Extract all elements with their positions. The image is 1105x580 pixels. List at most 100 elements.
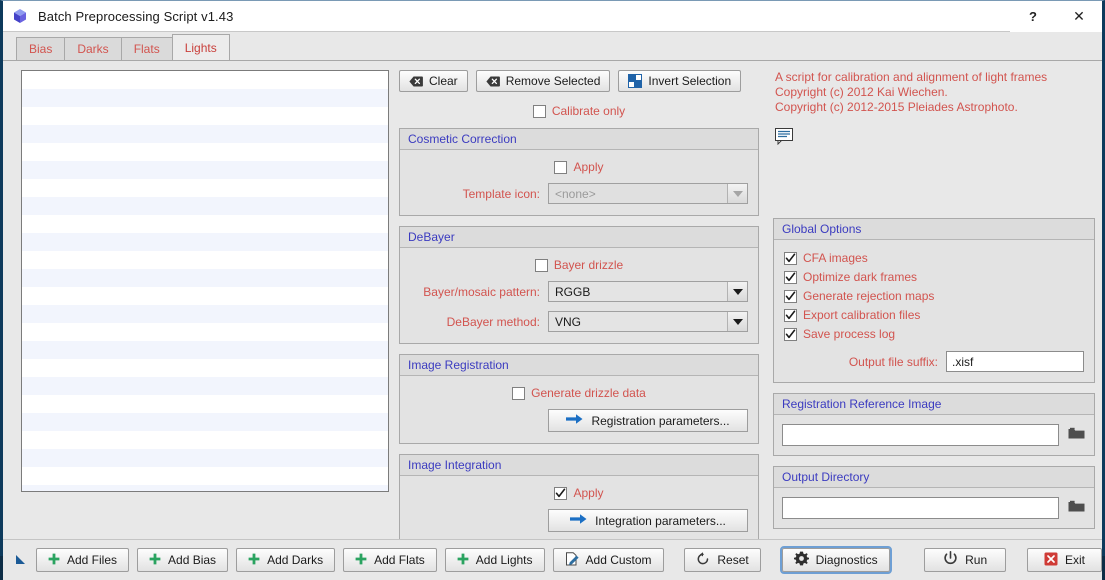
invert-selection-button[interactable]: Invert Selection: [618, 70, 741, 92]
template-icon-select[interactable]: <none>: [548, 183, 748, 204]
tab-lights[interactable]: Lights: [172, 34, 230, 60]
list-item[interactable]: [22, 287, 388, 305]
list-item[interactable]: [22, 161, 388, 179]
bayer-drizzle-label: Bayer drizzle: [554, 258, 623, 272]
integration-parameters-label: Integration parameters...: [595, 514, 726, 528]
list-item[interactable]: [22, 305, 388, 323]
generate-rejection-maps-label: Generate rejection maps: [803, 289, 934, 303]
export-calibration-files-checkbox[interactable]: [784, 309, 797, 322]
add-files-button[interactable]: Add Files: [36, 548, 129, 572]
integration-apply-row[interactable]: Apply: [554, 486, 603, 500]
image-registration-group: Image Registration Generate drizzle data: [399, 354, 759, 444]
global-options-group: Global Options CFA images Optimize dark …: [773, 218, 1095, 383]
bayer-drizzle-row[interactable]: Bayer drizzle: [535, 258, 623, 272]
list-item[interactable]: [22, 89, 388, 107]
generate-rejection-maps-checkbox[interactable]: [784, 290, 797, 303]
list-item[interactable]: [22, 197, 388, 215]
generate-rejection-maps-row[interactable]: Generate rejection maps: [784, 289, 956, 303]
chevron-down-icon[interactable]: [727, 184, 747, 203]
tab-darks[interactable]: Darks: [64, 37, 121, 60]
list-item[interactable]: [22, 467, 388, 485]
output-suffix-input[interactable]: .xisf: [946, 351, 1084, 372]
output-directory-input[interactable]: [782, 497, 1059, 519]
list-item[interactable]: [22, 251, 388, 269]
chevron-down-icon[interactable]: [727, 312, 747, 331]
diagnostics-button[interactable]: Diagnostics: [782, 548, 890, 572]
optimize-dark-frames-checkbox[interactable]: [784, 271, 797, 284]
list-item[interactable]: [22, 431, 388, 449]
add-custom-button[interactable]: Add Custom: [553, 548, 664, 572]
plus-icon: [149, 553, 161, 568]
cosmetic-correction-group: Cosmetic Correction Apply Template icon:…: [399, 128, 759, 216]
cosmetic-apply-row[interactable]: Apply: [554, 160, 603, 174]
selection-button-row: Clear Remove Selected: [399, 70, 759, 92]
window-controls: ? ✕: [1010, 1, 1102, 32]
optimize-dark-frames-row[interactable]: Optimize dark frames: [784, 270, 956, 284]
plus-icon: [355, 553, 367, 568]
list-item[interactable]: [22, 269, 388, 287]
tab-bias[interactable]: Bias: [16, 37, 65, 60]
output-directory-browse-button[interactable]: [1066, 498, 1086, 518]
add-darks-button[interactable]: Add Darks: [236, 548, 335, 572]
add-flats-button[interactable]: Add Flats: [343, 548, 437, 572]
cfa-images-checkbox[interactable]: [784, 252, 797, 265]
list-item[interactable]: [22, 71, 388, 89]
bayer-drizzle-checkbox[interactable]: [535, 259, 548, 272]
invert-selection-button-label: Invert Selection: [648, 74, 731, 88]
debayer-group: DeBayer Bayer drizzle Bayer/mosaic patte…: [399, 226, 759, 344]
list-item[interactable]: [22, 341, 388, 359]
add-lights-button[interactable]: Add Lights: [445, 548, 545, 572]
list-item[interactable]: [22, 125, 388, 143]
integration-parameters-button[interactable]: Integration parameters...: [548, 509, 748, 532]
tab-flats[interactable]: Flats: [121, 37, 173, 60]
registration-reference-title: Registration Reference Image: [774, 394, 1094, 415]
speech-bubble-icon[interactable]: [775, 128, 1093, 148]
list-item[interactable]: [22, 449, 388, 467]
list-item[interactable]: [22, 215, 388, 233]
list-item[interactable]: [22, 377, 388, 395]
list-item[interactable]: [22, 395, 388, 413]
calibrate-only-row[interactable]: Calibrate only: [533, 104, 625, 118]
folder-icon: [1068, 427, 1085, 443]
generate-drizzle-row[interactable]: Generate drizzle data: [512, 386, 646, 400]
save-process-log-row[interactable]: Save process log: [784, 327, 956, 341]
registration-reference-group: Registration Reference Image: [773, 393, 1095, 456]
exit-button[interactable]: Exit: [1027, 548, 1102, 572]
run-button[interactable]: Run: [924, 548, 1006, 572]
list-item[interactable]: [22, 485, 388, 492]
resize-handle-icon[interactable]: [14, 553, 28, 567]
clear-button[interactable]: Clear: [399, 70, 468, 92]
gear-icon: [794, 551, 809, 569]
reset-button[interactable]: Reset: [684, 548, 760, 572]
bayer-pattern-select[interactable]: RGGB: [548, 281, 748, 302]
list-item[interactable]: [22, 413, 388, 431]
reset-label: Reset: [717, 553, 748, 567]
cfa-images-row[interactable]: CFA images: [784, 251, 956, 265]
remove-selected-button[interactable]: Remove Selected: [476, 70, 611, 92]
file-list[interactable]: [21, 70, 389, 492]
list-item[interactable]: [22, 107, 388, 125]
cosmetic-apply-checkbox[interactable]: [554, 161, 567, 174]
export-calibration-files-row[interactable]: Export calibration files: [784, 308, 956, 322]
list-item[interactable]: [22, 323, 388, 341]
add-bias-label: Add Bias: [168, 553, 216, 567]
list-item[interactable]: [22, 143, 388, 161]
close-icon[interactable]: ✕: [1056, 1, 1102, 32]
list-item[interactable]: [22, 233, 388, 251]
output-directory-group: Output Directory: [773, 466, 1095, 529]
integration-apply-checkbox[interactable]: [554, 487, 567, 500]
add-bias-button[interactable]: Add Bias: [137, 548, 228, 572]
registration-reference-input[interactable]: [782, 424, 1059, 446]
debayer-method-select[interactable]: VNG: [548, 311, 748, 332]
list-item[interactable]: [22, 179, 388, 197]
chevron-down-icon[interactable]: [727, 282, 747, 301]
help-button[interactable]: ?: [1010, 1, 1056, 32]
registration-parameters-button[interactable]: Registration parameters...: [548, 409, 748, 432]
calibrate-only-checkbox[interactable]: [533, 105, 546, 118]
optimize-dark-frames-label: Optimize dark frames: [803, 270, 917, 284]
list-item[interactable]: [22, 359, 388, 377]
registration-reference-browse-button[interactable]: [1066, 425, 1086, 445]
save-process-log-checkbox[interactable]: [784, 328, 797, 341]
generate-drizzle-checkbox[interactable]: [512, 387, 525, 400]
plus-icon: [48, 553, 60, 568]
